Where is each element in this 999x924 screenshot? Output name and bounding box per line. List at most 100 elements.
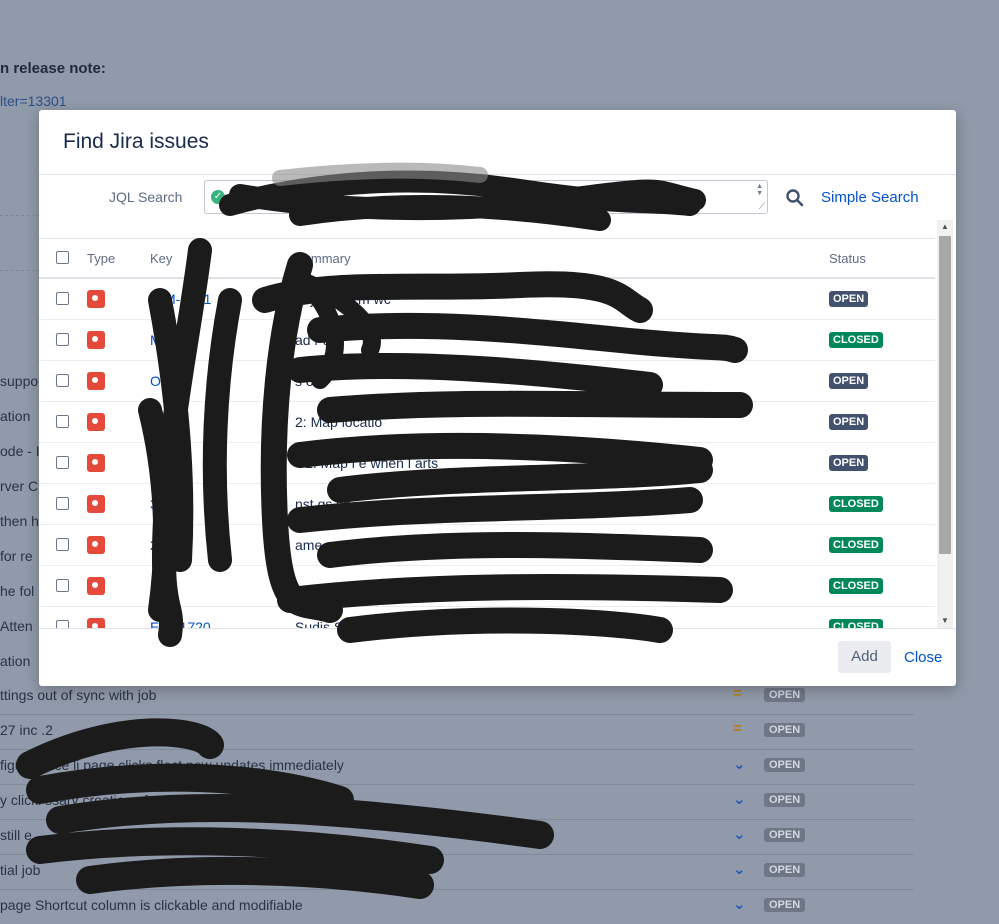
column-header-key[interactable]: Key xyxy=(150,251,172,266)
issue-key-link[interactable]: Ol xyxy=(150,373,164,389)
background-issue-summary: ttings out of sync with job xyxy=(0,687,157,703)
background-issue-row: still e ⌄ OPEN xyxy=(0,819,914,855)
table-row[interactable]: Ol s of OPEN xyxy=(39,361,935,402)
issue-key-link[interactable]: 3 xyxy=(150,496,158,512)
column-header-type[interactable]: Type xyxy=(87,251,115,266)
background-issue-summary: figu Device li page clicks flect new upd… xyxy=(0,757,344,773)
priority-low-icon: ⌄ xyxy=(733,896,746,913)
status-badge: OPEN xyxy=(829,455,869,471)
priority-low-icon: ⌄ xyxy=(733,756,746,773)
issue-key-link[interactable]: M- xyxy=(150,332,166,348)
priority-medium-icon: = xyxy=(733,685,742,702)
jql-query-text: issuetype = bug xyxy=(233,188,325,203)
bug-icon xyxy=(87,290,105,308)
priority-low-icon: ⌄ xyxy=(733,826,746,843)
bug-icon xyxy=(87,331,105,349)
scrollbar-thumb[interactable] xyxy=(939,236,951,554)
table-scrollbar[interactable]: ▲ ▼ xyxy=(937,220,953,628)
simple-search-link[interactable]: Simple Search xyxy=(821,189,919,206)
header-divider xyxy=(39,174,956,175)
background-issue-row: y clicki ssary creation of additional jo… xyxy=(0,784,914,820)
background-issue-summary: y clicki ssary creation of additional jo… xyxy=(0,792,242,808)
background-text-fragment: ation xyxy=(0,408,31,424)
bug-icon xyxy=(87,577,105,595)
table-row[interactable]: E 1 CLOSED xyxy=(39,566,935,607)
row-checkbox[interactable] xyxy=(56,415,69,428)
priority-low-icon: ⌄ xyxy=(733,791,746,808)
status-badge: CLOSED xyxy=(829,537,883,553)
resize-handle-icon[interactable]: ⟋ xyxy=(759,201,765,212)
status-badge: CLOSED xyxy=(829,578,883,594)
status-badge: OPEN xyxy=(829,291,869,307)
row-checkbox[interactable] xyxy=(56,292,69,305)
background-text-fragment: then h xyxy=(0,513,39,529)
row-checkbox[interactable] xyxy=(56,620,69,628)
background-text-fragment: ation xyxy=(0,653,31,669)
table-row[interactable]: 2 ame CLOSED xyxy=(39,525,935,566)
row-checkbox[interactable] xyxy=(56,538,69,551)
background-issue-row: figu Device li page clicks flect new upd… xyxy=(0,749,914,785)
priority-medium-icon: = xyxy=(733,720,742,737)
add-button[interactable]: Add xyxy=(838,641,891,673)
divider xyxy=(0,215,40,216)
background-issue-row: tial job ⌄ OPEN xyxy=(0,854,914,890)
background-text-fragment: Atten xyxy=(0,618,33,634)
status-badge: OPEN xyxy=(764,898,806,912)
table-row[interactable]: E M-1720 Sudis SCU con CLOSED xyxy=(39,607,935,628)
bug-icon xyxy=(87,495,105,513)
table-row[interactable]: C2: Map l e when l arts OPEN xyxy=(39,443,935,484)
background-issue-row: 27 inc .2 = OPEN xyxy=(0,714,914,750)
issue-key-link[interactable]: E-M-1731 xyxy=(150,291,211,307)
bug-icon xyxy=(87,536,105,554)
search-icon[interactable] xyxy=(785,188,805,208)
status-badge: OPEN xyxy=(764,723,806,737)
table-row[interactable]: M- ad r a... CLOSED xyxy=(39,320,935,361)
bug-icon xyxy=(87,454,105,472)
priority-low-icon: ⌄ xyxy=(733,861,746,878)
table-row[interactable]: 2: Map locatio OPEN xyxy=(39,402,935,443)
background-issue-row: page Shortcut column is clickable and mo… xyxy=(0,889,914,924)
issue-key-link[interactable]: E M-1720 xyxy=(150,619,211,628)
background-issue-summary: tial job xyxy=(0,862,41,878)
issue-summary: ad r a... xyxy=(295,332,343,348)
row-checkbox[interactable] xyxy=(56,374,69,387)
background-text-fragment: rver C xyxy=(0,478,39,494)
status-badge: CLOSED xyxy=(829,619,883,628)
row-checkbox[interactable] xyxy=(56,579,69,592)
scroll-down-icon[interactable]: ▼ xyxy=(937,614,953,628)
background-text-fragment: ode - I xyxy=(0,443,40,459)
issue-key-link[interactable]: E 1 xyxy=(150,578,171,594)
status-badge: CLOSED xyxy=(829,496,883,512)
divider xyxy=(0,270,40,271)
issue-summary: 2: Map locatio xyxy=(295,414,383,430)
valid-check-icon: ✓ xyxy=(211,190,225,204)
select-all-checkbox[interactable] xyxy=(56,251,69,264)
spin-arrows-icon[interactable]: ▲ ▼ xyxy=(756,183,763,197)
issue-summary: ame xyxy=(295,537,323,553)
close-button[interactable]: Close xyxy=(904,649,942,666)
jql-search-input[interactable]: ✓ issuetype = bug ▲ ▼ ⟋ xyxy=(204,180,768,214)
issues-table: Type Key Summary Status E-M-1731 adjonet… xyxy=(39,238,935,628)
column-header-summary[interactable]: Summary xyxy=(295,251,351,266)
issue-key-link[interactable]: 2 xyxy=(150,537,158,553)
bug-icon xyxy=(87,618,105,628)
row-checkbox[interactable] xyxy=(56,497,69,510)
bug-icon xyxy=(87,413,105,431)
column-header-status[interactable]: Status xyxy=(829,251,866,266)
background-issue-summary: 27 inc .2 xyxy=(0,722,53,738)
background-text-fragment: he fol xyxy=(0,583,35,599)
scroll-up-icon[interactable]: ▲ xyxy=(937,220,953,234)
status-badge: OPEN xyxy=(764,863,806,877)
table-row[interactable]: E-M-1731 adjonet S m wc OPEN xyxy=(39,279,935,320)
footer-divider xyxy=(39,628,956,629)
table-row[interactable]: 3 nst gs sh CLOSED xyxy=(39,484,935,525)
row-checkbox[interactable] xyxy=(56,456,69,469)
background-issue-summary: still e xyxy=(0,827,32,843)
row-checkbox[interactable] xyxy=(56,333,69,346)
issue-summary: Sudis SCU con xyxy=(295,619,390,628)
issue-summary: C2: Map l e when l arts xyxy=(295,455,439,471)
issue-summary: s of xyxy=(295,373,318,389)
status-badge: CLOSED xyxy=(829,332,883,348)
filter-link[interactable]: lter=13301 xyxy=(0,93,67,109)
dialog-title: Find Jira issues xyxy=(63,130,209,153)
